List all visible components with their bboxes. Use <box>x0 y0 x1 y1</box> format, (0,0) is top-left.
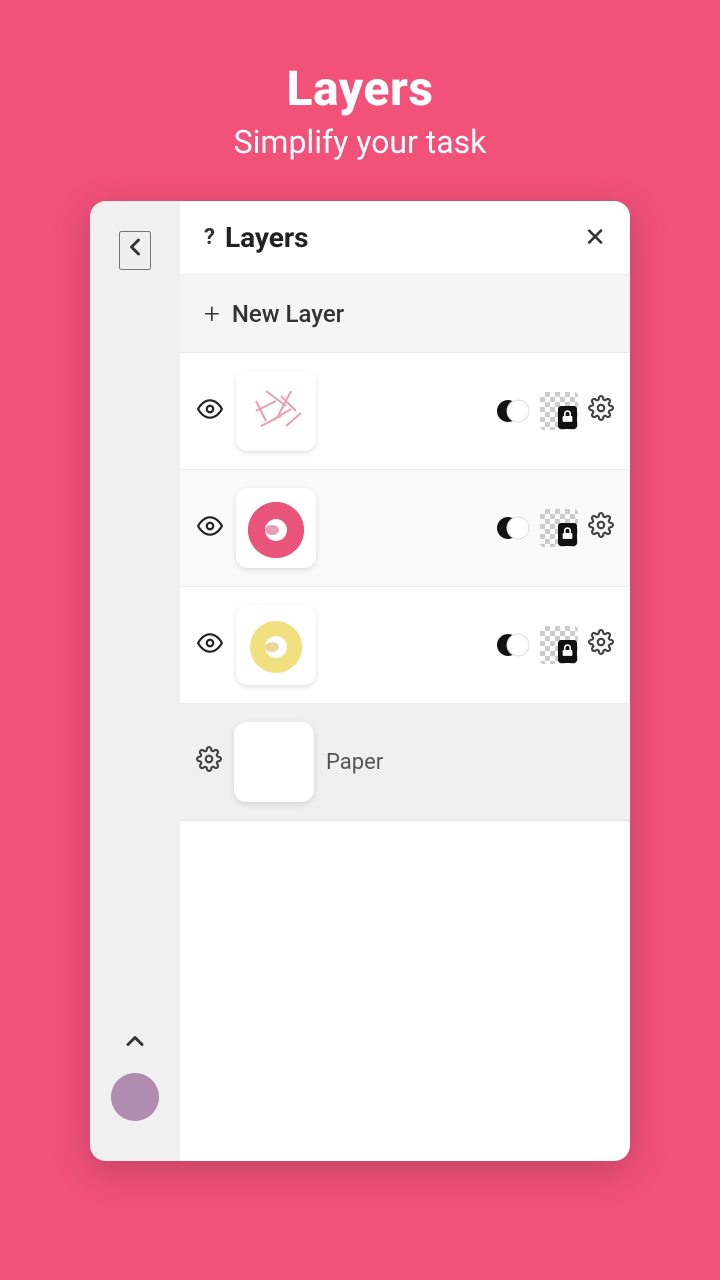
new-layer-button[interactable]: + New Layer <box>180 275 630 353</box>
chevron-up-icon[interactable] <box>121 1027 149 1061</box>
layer-thumbnail[interactable] <box>236 488 316 568</box>
main-panel: ? Layers ✕ + New Layer <box>180 201 630 1161</box>
paper-thumbnail[interactable] <box>234 722 314 802</box>
app-window: ? Layers ✕ + New Layer <box>90 201 630 1161</box>
layer-settings-button[interactable] <box>588 395 614 427</box>
table-row <box>180 587 630 704</box>
layers-list: Paper <box>180 353 630 1161</box>
layer-controls <box>494 392 614 430</box>
layer-controls <box>494 509 614 547</box>
page-subtitle: Simplify your task <box>234 123 487 161</box>
help-icon[interactable]: ? <box>204 225 215 250</box>
layer-settings-button[interactable] <box>588 512 614 544</box>
top-header: Layers Simplify your task <box>234 0 487 201</box>
transparency-button[interactable] <box>540 626 578 664</box>
blend-mode-button[interactable] <box>494 393 530 429</box>
table-row <box>180 470 630 587</box>
close-button[interactable]: ✕ <box>584 223 606 253</box>
layer-controls <box>494 626 614 664</box>
back-button[interactable] <box>119 231 151 270</box>
panel-title: Layers <box>225 221 574 254</box>
visibility-icon[interactable] <box>196 396 224 427</box>
layer-settings-button[interactable] <box>588 629 614 661</box>
table-row <box>180 353 630 470</box>
panel-header: ? Layers ✕ <box>180 201 630 275</box>
paper-label: Paper <box>326 750 383 775</box>
layer-thumbnail[interactable] <box>236 371 316 451</box>
blend-mode-button[interactable] <box>494 510 530 546</box>
visibility-icon[interactable] <box>196 630 224 661</box>
blend-mode-button[interactable] <box>494 627 530 663</box>
paper-settings-button[interactable] <box>196 746 222 778</box>
layer-thumbnail[interactable] <box>236 605 316 685</box>
transparency-button[interactable] <box>540 392 578 430</box>
paper-layer-row: Paper <box>180 704 630 821</box>
sidebar-bottom <box>111 1027 159 1121</box>
visibility-icon[interactable] <box>196 513 224 544</box>
color-swatch[interactable] <box>111 1073 159 1121</box>
transparency-button[interactable] <box>540 509 578 547</box>
page-title: Layers <box>286 60 433 117</box>
plus-icon: + <box>204 297 220 330</box>
sidebar <box>90 201 180 1161</box>
new-layer-label: New Layer <box>232 300 344 328</box>
